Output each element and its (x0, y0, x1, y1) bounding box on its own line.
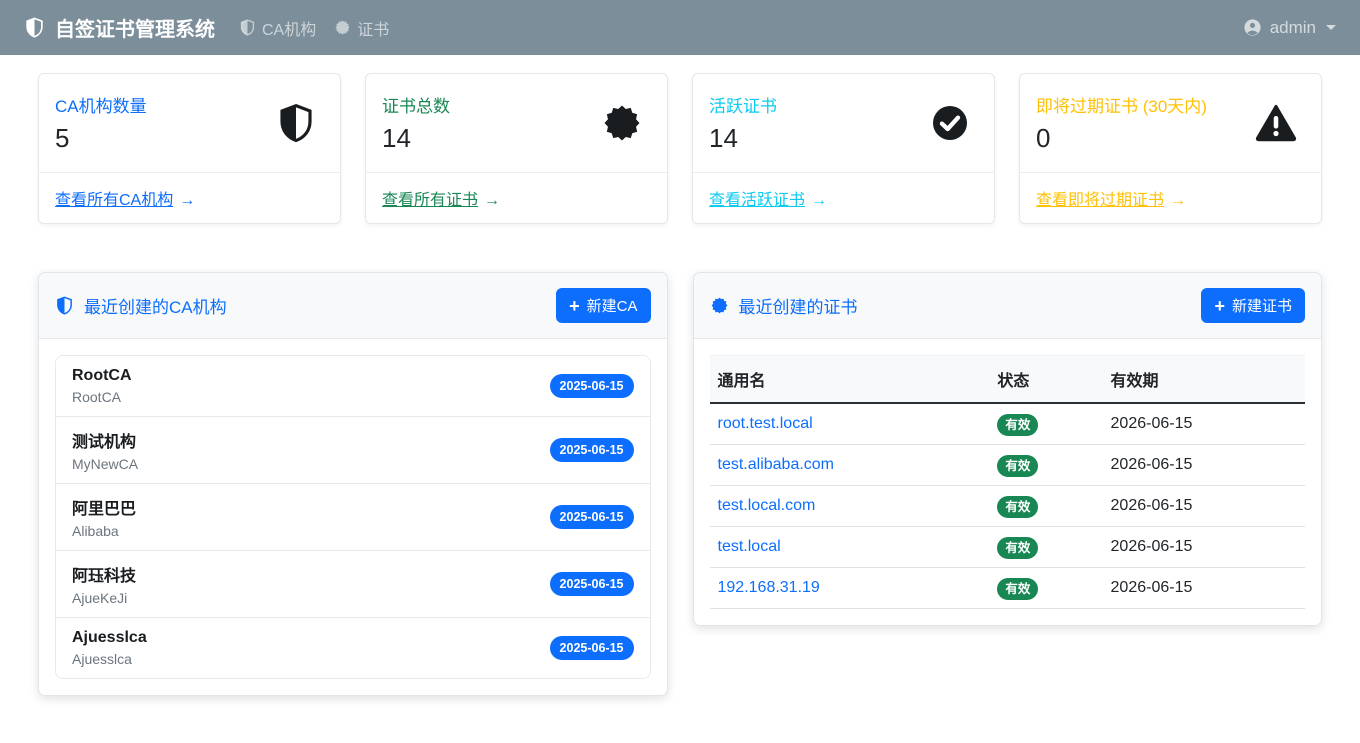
status-badge: 有效 (997, 496, 1038, 518)
ca-date-badge: 2025-06-15 (550, 572, 634, 596)
ca-date-badge: 2025-06-15 (550, 438, 634, 462)
person-circle-icon (1243, 18, 1262, 37)
ca-date-badge: 2025-06-15 (550, 374, 634, 398)
ca-list-item: 阿珏科技 AjueKeJi 2025-06-15 (56, 550, 650, 617)
status-badge: 有效 (997, 537, 1038, 559)
cert-row: 192.168.31.19 有效 2026-06-15 (710, 568, 1306, 609)
col-expiry: 有效期 (1103, 356, 1305, 404)
cert-link[interactable]: test.local (718, 538, 781, 555)
stat-card-ca-count: CA机构数量 5 查看所有CA机构→ (38, 73, 341, 224)
new-cert-button[interactable]: + 新建证书 (1201, 288, 1305, 323)
panels-row: 最近创建的CA机构 + 新建CA RootCA RootCA 2025-06-1… (38, 272, 1322, 696)
stat-card-cert-total: 证书总数 14 查看所有证书→ (365, 73, 668, 224)
ca-date-badge: 2025-06-15 (550, 636, 634, 660)
status-badge: 有效 (997, 455, 1038, 477)
stat-value: 14 (709, 123, 777, 154)
status-badge: 有效 (997, 578, 1038, 600)
stat-title: 即将过期证书 (30天内) (1036, 92, 1207, 117)
arrow-right-icon: → (179, 192, 195, 210)
shield-half-icon (24, 17, 45, 38)
stat-title: CA机构数量 (55, 92, 147, 117)
view-all-certs-link[interactable]: 查看所有证书→ (382, 192, 500, 209)
status-badge: 有效 (997, 414, 1038, 436)
stat-value: 14 (382, 123, 450, 154)
expiry-date: 2026-06-15 (1103, 403, 1305, 445)
app-title: 自签证书管理系统 (55, 13, 215, 42)
recent-ca-panel: 最近创建的CA机构 + 新建CA RootCA RootCA 2025-06-1… (38, 272, 668, 696)
cert-link[interactable]: test.local.com (718, 497, 816, 514)
top-navbar: 自签证书管理系统 CA机构 证书 admin (0, 0, 1360, 55)
seal-icon (601, 102, 643, 144)
shield-half-icon (276, 103, 316, 143)
plus-icon: + (569, 297, 580, 315)
ca-list-item: 阿里巴巴 Alibaba 2025-06-15 (56, 483, 650, 550)
brand-home-link[interactable]: 自签证书管理系统 (24, 13, 215, 42)
cert-row: test.local.com 有效 2026-06-15 (710, 486, 1306, 527)
stat-title: 活跃证书 (709, 92, 777, 117)
view-all-ca-link[interactable]: 查看所有CA机构→ (55, 192, 195, 209)
nav-item-ca-label: CA机构 (262, 16, 316, 40)
cert-row: test.alibaba.com 有效 2026-06-15 (710, 445, 1306, 486)
recent-certs-title: 最近创建的证书 (710, 293, 858, 318)
caret-down-icon (1326, 25, 1336, 30)
seal-icon (710, 296, 729, 315)
user-dropdown[interactable]: admin (1243, 18, 1336, 38)
ca-list-item: Ajuesslca Ajuesslca 2025-06-15 (56, 617, 650, 678)
username: admin (1270, 18, 1316, 38)
expiry-date: 2026-06-15 (1103, 568, 1305, 609)
cert-row: root.test.local 有效 2026-06-15 (710, 403, 1306, 445)
dashboard: CA机构数量 5 查看所有CA机构→ 证书总数 14 查看所有证书→ (0, 55, 1360, 726)
shield-half-icon (55, 296, 74, 315)
col-status: 状态 (989, 356, 1102, 404)
ca-list-item: RootCA RootCA 2025-06-15 (56, 356, 650, 416)
nav-item-cert-label: 证书 (357, 16, 389, 40)
nav-item-cert[interactable]: 证书 (334, 16, 389, 40)
col-common-name: 通用名 (710, 356, 990, 404)
expiry-date: 2026-06-15 (1103, 486, 1305, 527)
check-circle-icon (930, 103, 970, 143)
seal-icon (334, 19, 351, 36)
ca-date-badge: 2025-06-15 (550, 505, 634, 529)
cert-link[interactable]: test.alibaba.com (718, 456, 835, 473)
new-ca-button[interactable]: + 新建CA (556, 288, 650, 323)
arrow-right-icon: → (484, 192, 500, 210)
stat-card-active-certs: 活跃证书 14 查看活跃证书→ (692, 73, 995, 224)
cert-table: 通用名 状态 有效期 root.test.local 有效 2026-06-15… (710, 355, 1306, 609)
shield-half-icon (239, 19, 256, 36)
arrow-right-icon: → (811, 192, 827, 210)
stats-row: CA机构数量 5 查看所有CA机构→ 证书总数 14 查看所有证书→ (38, 73, 1322, 224)
stat-value: 0 (1036, 123, 1207, 154)
view-active-certs-link[interactable]: 查看活跃证书→ (709, 192, 827, 209)
recent-ca-title: 最近创建的CA机构 (55, 293, 227, 318)
view-expiring-certs-link[interactable]: 查看即将过期证书→ (1036, 192, 1186, 209)
warning-triangle-icon (1255, 102, 1297, 144)
cert-link[interactable]: root.test.local (718, 415, 813, 432)
stat-card-expiring-certs: 即将过期证书 (30天内) 0 查看即将过期证书→ (1019, 73, 1322, 224)
stat-value: 5 (55, 123, 147, 154)
cert-link[interactable]: 192.168.31.19 (718, 579, 820, 596)
cert-row: test.local 有效 2026-06-15 (710, 527, 1306, 568)
ca-list-item: 测试机构 MyNewCA 2025-06-15 (56, 416, 650, 483)
plus-icon: + (1214, 297, 1225, 315)
nav-item-ca[interactable]: CA机构 (239, 16, 316, 40)
main-nav: CA机构 证书 (239, 16, 389, 40)
recent-certs-panel: 最近创建的证书 + 新建证书 通用名 状态 有效期 (693, 272, 1323, 626)
arrow-right-icon: → (1170, 192, 1186, 210)
ca-list: RootCA RootCA 2025-06-15 测试机构 MyNewCA 20… (55, 355, 651, 679)
expiry-date: 2026-06-15 (1103, 445, 1305, 486)
expiry-date: 2026-06-15 (1103, 527, 1305, 568)
stat-title: 证书总数 (382, 92, 450, 117)
